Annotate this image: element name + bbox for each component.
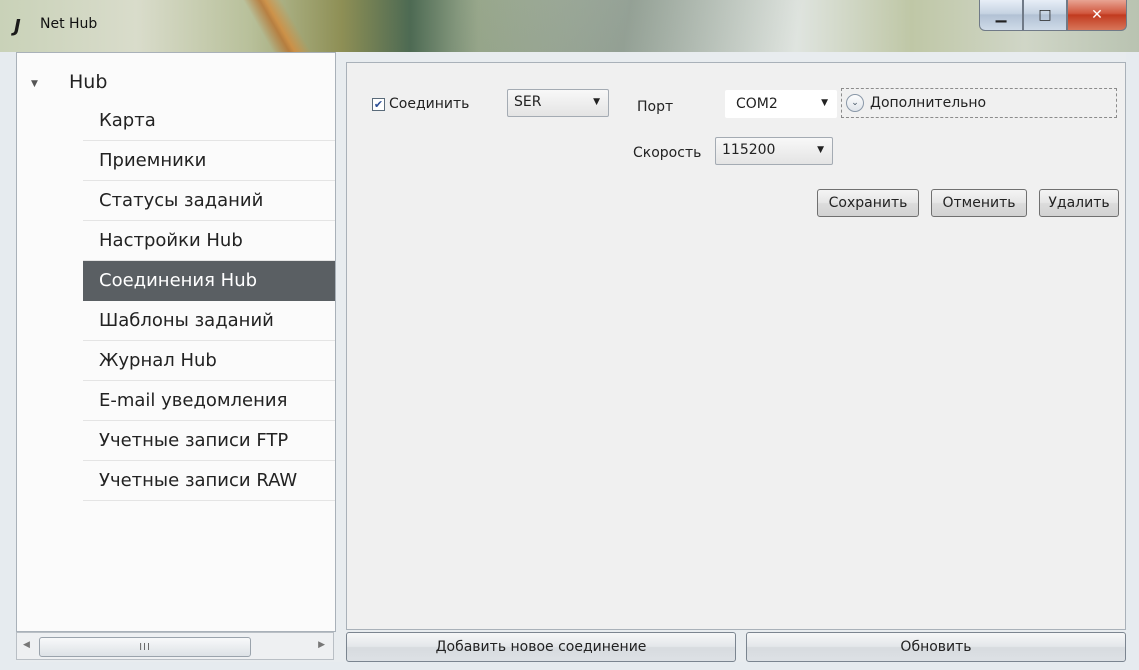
delete-button[interactable]: Удалить	[1039, 189, 1119, 217]
connect-checkbox[interactable]: ✔	[372, 97, 385, 111]
maximize-icon: □	[1038, 7, 1052, 23]
chevron-down-icon: ▼	[593, 97, 600, 107]
close-button[interactable]: ✕	[1067, 0, 1127, 31]
nav-item-receivers[interactable]: Приемники	[83, 141, 335, 181]
close-icon: ✕	[1091, 7, 1103, 23]
nav-item-job-templates[interactable]: Шаблоны заданий	[83, 301, 335, 341]
chevron-down-icon: ▼	[821, 98, 828, 108]
client-area: ▼ Hub Карта Приемники Статусы заданий На…	[16, 52, 1126, 662]
scroll-grip: III	[139, 641, 151, 653]
scroll-thumb[interactable]: III	[39, 637, 251, 657]
speed-select[interactable]: 115200 ▼	[715, 137, 833, 165]
nav-horizontal-scrollbar[interactable]: ◀ III ▶	[16, 632, 334, 660]
connect-checkbox-group[interactable]: ✔ Соединить	[372, 96, 469, 112]
nav-item-hub-settings[interactable]: Настройки Hub	[83, 221, 335, 261]
maximize-button[interactable]: □	[1023, 0, 1067, 31]
nav-item-email-notifications[interactable]: E-mail уведомления	[83, 381, 335, 421]
add-connection-button[interactable]: Добавить новое соединение	[346, 632, 736, 662]
connection-type-value: SER	[514, 94, 542, 110]
collapse-triangle-icon[interactable]: ▼	[31, 79, 38, 89]
chevron-down-icon: ▼	[817, 145, 824, 155]
save-button[interactable]: Сохранить	[817, 189, 919, 217]
nav-item-map[interactable]: Карта	[83, 101, 335, 141]
checkmark-icon: ✔	[373, 97, 384, 111]
nav-item-hub-connections[interactable]: Соединения Hub	[83, 261, 335, 301]
title-bar[interactable]: J Net Hub ▁ □ ✕	[0, 0, 1139, 52]
nav-tree: ▼ Hub Карта Приемники Статусы заданий На…	[16, 52, 336, 632]
port-select[interactable]: COM2 ▼	[725, 90, 837, 118]
minimize-icon: ▁	[995, 7, 1007, 23]
connection-type-select[interactable]: SER ▼	[507, 89, 609, 117]
nav-list: Карта Приемники Статусы заданий Настройк…	[83, 101, 335, 501]
scroll-left-arrow-icon[interactable]: ◀	[23, 640, 30, 650]
nav-item-raw-accounts[interactable]: Учетные записи RAW	[83, 461, 335, 501]
nav-item-job-statuses[interactable]: Статусы заданий	[83, 181, 335, 221]
minimize-button[interactable]: ▁	[979, 0, 1023, 31]
speed-label: Скорость	[633, 145, 702, 161]
tree-root-label: Hub	[69, 71, 108, 93]
advanced-label: Дополнительно	[870, 95, 987, 111]
refresh-button[interactable]: Обновить	[746, 632, 1126, 662]
port-label: Порт	[637, 99, 674, 115]
expand-chevron-icon[interactable]: ⌄	[846, 94, 864, 112]
app-window: J Net Hub ▁ □ ✕ ▼ Hub Карта Приемники Ст…	[0, 0, 1139, 670]
nav-item-ftp-accounts[interactable]: Учетные записи FTP	[83, 421, 335, 461]
window-controls: ▁ □ ✕	[979, 0, 1127, 34]
app-logo-icon: J	[14, 16, 21, 37]
title-bar-background	[240, 0, 320, 52]
tree-root-hub[interactable]: ▼ Hub	[17, 63, 335, 97]
speed-value: 115200	[722, 142, 776, 158]
cancel-button[interactable]: Отменить	[931, 189, 1027, 217]
window-title: Net Hub	[40, 16, 98, 32]
port-value: COM2	[736, 96, 778, 112]
scroll-right-arrow-icon[interactable]: ▶	[318, 640, 325, 650]
connection-panel: ✔ Соединить SER ▼ Порт COM2 ▼ ⌄ Дополнит…	[346, 62, 1126, 630]
nav-item-hub-log[interactable]: Журнал Hub	[83, 341, 335, 381]
connect-label: Соединить	[389, 96, 470, 112]
advanced-expander[interactable]: ⌄ Дополнительно	[841, 88, 1117, 118]
